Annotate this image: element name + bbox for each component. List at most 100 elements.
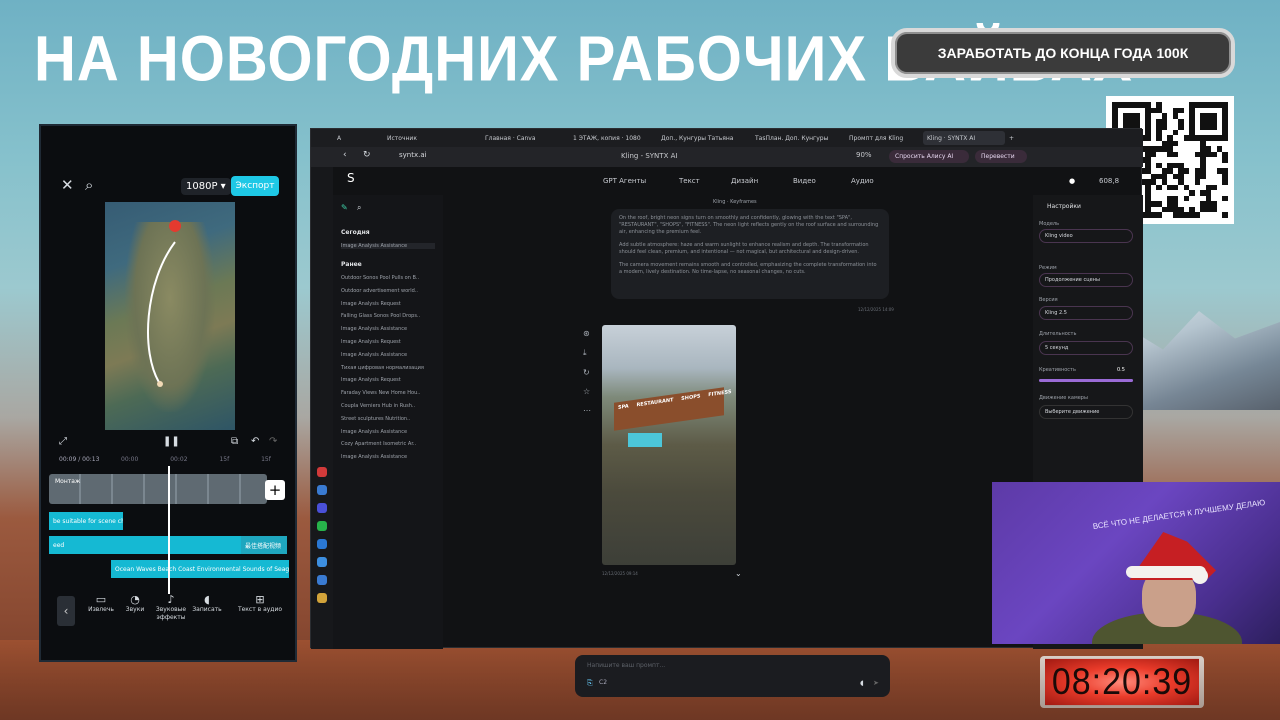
cta-button[interactable]: ЗАРАБОТАТЬ ДО КОНЦА ГОДА 100К — [891, 28, 1235, 78]
new-tab-button[interactable]: + — [1005, 131, 1019, 145]
toolbar-record[interactable]: ◖ Записать — [187, 593, 227, 614]
chat-item[interactable]: Cozy Apartment Isometric Ar.. — [341, 441, 435, 447]
mic-icon: ◖ — [204, 593, 210, 606]
video-clip-track[interactable] — [49, 474, 267, 504]
tab[interactable]: Источник — [383, 131, 423, 145]
chat-item[interactable]: Image Analysis Request — [341, 339, 435, 345]
chat-item[interactable]: Тихая цифровая нормализация — [341, 365, 435, 371]
tab[interactable]: Промпт для Kling — [845, 131, 917, 145]
zoom-level[interactable]: 90% — [856, 151, 872, 159]
prompt-message: On the roof, bright neon signs turn on s… — [611, 209, 889, 299]
mode-select[interactable]: Продолжение сцены — [1039, 273, 1133, 287]
fullscreen-icon[interactable]: ⤢ — [59, 436, 67, 447]
chat-item[interactable]: Outdoor Sonos Pool Pulls on B.. — [341, 275, 435, 281]
openai-icon[interactable]: ⊛ — [583, 329, 595, 338]
chat-item[interactable]: Image Analysis Request — [341, 301, 435, 307]
pause-icon[interactable]: ❚❚ — [163, 436, 180, 447]
add-clip-button[interactable]: + — [265, 480, 285, 500]
chat-item[interactable]: Outdoor advertisement world.. — [341, 288, 435, 294]
syntx-logo-icon[interactable]: S — [347, 171, 361, 185]
nav-design[interactable]: Дизайн — [731, 177, 758, 185]
search-icon[interactable]: ⌕ — [85, 176, 93, 194]
resolution-select[interactable]: 1080P ▾ — [181, 178, 231, 195]
undo-icon[interactable]: ↶ — [251, 436, 259, 447]
new-chat-icon[interactable]: ✎ — [341, 203, 348, 212]
regenerate-icon[interactable]: ↻ — [583, 368, 595, 377]
ask-alice-button[interactable]: Спросить Алису AI — [889, 150, 969, 163]
playhead[interactable] — [168, 466, 170, 594]
chat-item[interactable]: Image Analysis Assistance — [341, 429, 435, 435]
mic-icon[interactable]: ◖ — [860, 679, 864, 687]
creativity-slider[interactable] — [1039, 379, 1133, 382]
toolbar-sounds[interactable]: ◔ Звуки — [115, 594, 155, 614]
tab[interactable]: 1 ЭТАЖ, копия · 1080 — [569, 131, 649, 145]
nav-video[interactable]: Видео — [793, 177, 816, 185]
app-icon[interactable] — [317, 503, 327, 513]
result-actions: ⊛ ⤓ ↻ ☆ ⋯ — [583, 329, 595, 425]
chat-item[interactable]: Image Analysis Assistance — [341, 352, 435, 358]
composer-input[interactable]: Напишите ваш промпт... — [587, 662, 665, 669]
toolbar-text-to-audio[interactable]: ⊞ Текст в аудио — [237, 594, 283, 614]
tab[interactable]: ТаsПлан. Доп. Кунгуры — [751, 131, 837, 145]
nav-audio[interactable]: Аудио — [851, 177, 874, 185]
toolbar-sound-effects[interactable]: ♪ Звуковые эффекты — [151, 594, 191, 622]
camera-select[interactable]: Выберите движение — [1039, 405, 1133, 419]
result-timestamp: 12/12/2025 09:14 — [602, 571, 638, 576]
star-icon[interactable]: ☆ — [583, 387, 595, 396]
video-preview[interactable] — [105, 202, 235, 430]
chat-item[interactable]: Image Analysis Request — [341, 377, 435, 383]
url-field[interactable]: syntx.ai — [399, 151, 427, 159]
search-icon[interactable]: ⌕ — [357, 203, 361, 213]
model-label: Модель — [1039, 221, 1060, 227]
nav-gpt-agents[interactable]: GPT Агенты — [603, 177, 646, 185]
address-bar: ‹ ↻ syntx.ai Kling - SYNTX AI 90% Спроси… — [311, 147, 1143, 167]
prompt-composer[interactable]: Напишите ваш промпт... ⎘ С2 ◖ ➤ — [575, 655, 890, 697]
app-icon[interactable] — [317, 539, 327, 549]
reload-icon[interactable]: ↻ — [363, 150, 371, 160]
prompt-paragraph: The camera movement remains smooth and c… — [619, 262, 877, 275]
back-icon[interactable]: ‹ — [343, 150, 347, 160]
audio-track-2b[interactable]: 最佳搭配视频 — [241, 536, 287, 554]
audio-track-1[interactable]: be suitable for scene cha — [49, 512, 123, 530]
send-icon[interactable]: ➤ — [873, 679, 879, 687]
download-icon[interactable]: ⤓ — [583, 348, 595, 358]
chat-item[interactable]: Falling Glass Sonos Pool Drops.. — [341, 313, 435, 319]
app-icon[interactable] — [317, 575, 327, 585]
tab-active[interactable]: Kling · SYNTX AI — [923, 131, 1005, 145]
audio-track-2[interactable]: eed — [49, 536, 241, 554]
tab[interactable]: Доп., Кунгуры Татьяна — [657, 131, 743, 145]
nav-text[interactable]: Текст — [679, 177, 700, 185]
close-icon[interactable]: ✕ — [61, 176, 74, 194]
translate-button[interactable]: Перевести — [975, 150, 1027, 163]
chat-item[interactable]: Image Analysis Assistance — [341, 326, 435, 332]
version-select[interactable]: Kling 2.5 — [1039, 306, 1133, 320]
chat-item[interactable]: Street sculptures Nutrition.. — [341, 416, 435, 422]
chat-item[interactable]: Image Analysis Assistance — [341, 454, 435, 460]
duration-select[interactable]: 5 секунд — [1039, 341, 1133, 355]
chat-item[interactable]: Coupla Verniers Hub in Rush.. — [341, 403, 435, 409]
chat-item[interactable]: Faraday Views New Home Hou.. — [341, 390, 435, 396]
app-icon[interactable] — [317, 521, 327, 531]
more-icon[interactable]: ⋯ — [583, 406, 595, 415]
tab[interactable] — [425, 131, 447, 145]
balance: 608,8 — [1099, 177, 1120, 185]
generated-render-image[interactable]: SPA RESTAURANT SHOPS FITNESS — [602, 325, 736, 565]
app-icon[interactable] — [317, 593, 327, 603]
redo-icon[interactable]: ↷ — [269, 436, 277, 447]
bell-icon[interactable]: ● — [1069, 177, 1075, 185]
back-button[interactable]: ‹ — [57, 596, 75, 626]
audio-track-3[interactable]: Ocean Waves Beach Coast Environmental So… — [111, 560, 289, 578]
tab[interactable]: Главная · Canva — [481, 131, 561, 145]
app-icon[interactable] — [317, 485, 327, 495]
export-button[interactable]: Экспорт — [231, 176, 279, 196]
keyframe-icon[interactable]: ⧉ — [231, 436, 238, 447]
app-icon[interactable] — [317, 467, 327, 477]
chat-item[interactable]: Image Analysis Assistance — [341, 243, 435, 249]
tab[interactable]: A — [333, 131, 367, 145]
app-icon[interactable] — [317, 557, 327, 567]
creativity-value: 0.5 — [1117, 367, 1125, 373]
attach-icon[interactable]: ⎘ — [587, 679, 593, 688]
model-select[interactable]: Kling video — [1039, 229, 1133, 243]
scroll-down-icon[interactable]: ⌄ — [735, 569, 742, 578]
model-badge[interactable]: С2 — [599, 679, 607, 686]
